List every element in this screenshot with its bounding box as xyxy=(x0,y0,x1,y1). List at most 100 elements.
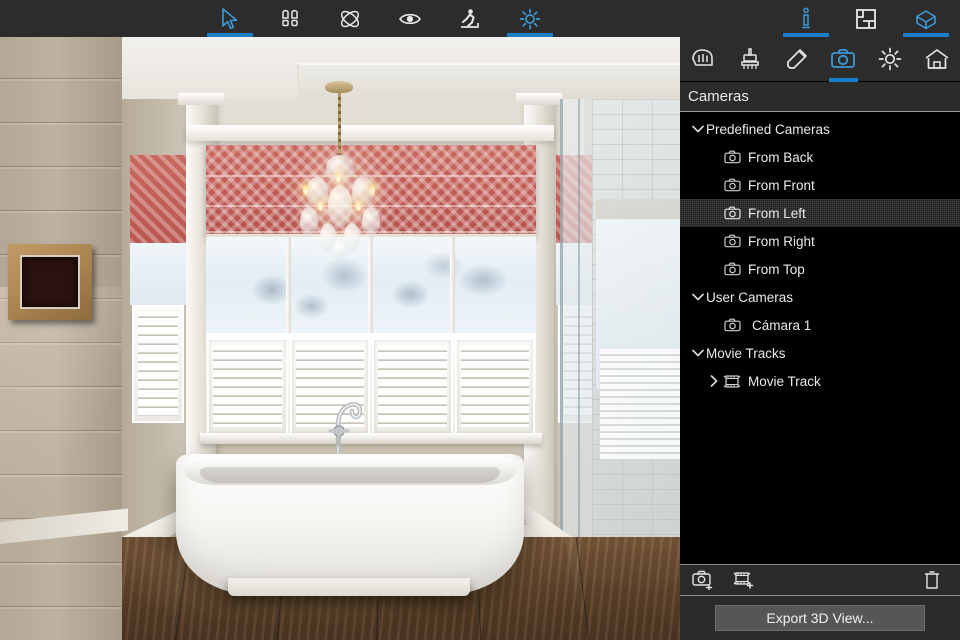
info-person-icon xyxy=(802,7,810,28)
eye-icon xyxy=(399,13,421,24)
tree-item-movie-track[interactable]: Movie Track xyxy=(680,367,960,395)
shutter-panel xyxy=(372,338,453,435)
left-plantation-shutters xyxy=(132,305,184,423)
camera-icon xyxy=(722,232,742,250)
paint-brush-icon xyxy=(741,48,759,69)
camera-plus-icon xyxy=(692,570,713,590)
3d-view-toggle[interactable] xyxy=(896,0,956,37)
tree-item-label: Cámara 1 xyxy=(752,317,812,333)
delete-button[interactable] xyxy=(918,567,946,593)
window-mullion xyxy=(286,237,291,333)
pointing-hand-icon xyxy=(692,49,714,66)
wall-picture-frame xyxy=(8,244,92,320)
left-roman-shade xyxy=(130,155,186,243)
tree-group-predefined-cameras[interactable]: Predefined Cameras xyxy=(680,115,960,143)
toolbar-right-group xyxy=(776,0,956,37)
footprints-icon xyxy=(282,9,298,26)
info-panel-toggle[interactable] xyxy=(776,0,836,37)
tab-home[interactable] xyxy=(913,37,960,82)
tree-item-label: From Left xyxy=(748,205,806,221)
render-scene xyxy=(0,37,680,640)
tab-objects[interactable] xyxy=(680,37,727,82)
tree-item-camara-1[interactable]: Cámara 1 xyxy=(680,311,960,339)
camera-icon xyxy=(722,176,742,194)
tab-materials[interactable] xyxy=(727,37,774,82)
export-3d-view-button[interactable]: Export 3D View... xyxy=(715,605,925,631)
tree-item-label: Movie Track xyxy=(748,373,821,389)
trash-icon xyxy=(924,571,940,589)
cameras-tree[interactable]: Predefined Cameras From Back From Front xyxy=(680,112,960,564)
tree-item-from-top[interactable]: From Top xyxy=(680,255,960,283)
left-pilaster-cap xyxy=(178,93,224,105)
main-plantation-shutters xyxy=(206,333,536,435)
tree-item-from-left[interactable]: From Left xyxy=(680,199,960,227)
left-side-window xyxy=(130,155,186,423)
tab-cameras[interactable] xyxy=(820,37,867,82)
visibility-tool[interactable] xyxy=(380,0,440,37)
shutter-panel xyxy=(454,338,535,435)
house-icon xyxy=(925,49,949,69)
add-movie-track-button[interactable] xyxy=(730,567,758,593)
freestanding-bathtub xyxy=(176,454,524,596)
tab-drawing[interactable] xyxy=(773,37,820,82)
bathtub-interior xyxy=(200,467,500,483)
application-window: Cameras Predefined Cameras From Back Fro… xyxy=(0,0,960,640)
tree-item-label: Movie Tracks xyxy=(706,345,786,361)
main-toolbar xyxy=(0,0,960,37)
panel-tab-bar xyxy=(680,37,960,82)
tab-selected-underline xyxy=(829,77,858,82)
create-walls-tool[interactable] xyxy=(320,0,380,37)
virtual-visitor-tool[interactable] xyxy=(440,0,500,37)
tree-item-label: From Top xyxy=(748,261,805,277)
toolbar-left-group xyxy=(200,0,560,37)
sun-icon xyxy=(878,47,902,71)
floor-plan-toggle[interactable] xyxy=(836,0,896,37)
tree-item-label: From Front xyxy=(748,177,815,193)
tree-item-from-back[interactable]: From Back xyxy=(680,143,960,171)
faucet-icon xyxy=(328,402,363,461)
chevron-right-icon[interactable] xyxy=(706,373,722,389)
sun-icon xyxy=(519,8,541,29)
3d-rendered-bathroom-view[interactable] xyxy=(0,37,680,640)
camera-icon xyxy=(722,260,742,278)
camera-icon xyxy=(722,148,742,166)
chevron-down-icon[interactable] xyxy=(690,289,706,305)
cameras-panel: Cameras Predefined Cameras From Back Fro… xyxy=(680,37,960,640)
tree-item-label: From Right xyxy=(748,233,815,249)
pan-footprints-tool[interactable] xyxy=(260,0,320,37)
select-arrow-tool[interactable] xyxy=(200,0,260,37)
lighting-tool[interactable] xyxy=(500,0,560,37)
tree-item-label: Predefined Cameras xyxy=(706,121,830,137)
tree-group-movie-tracks[interactable]: Movie Tracks xyxy=(680,339,960,367)
tree-item-from-front[interactable]: From Front xyxy=(680,171,960,199)
left-window-glass xyxy=(130,243,186,305)
tree-item-label: User Cameras xyxy=(706,289,794,305)
chandelier-chain xyxy=(338,93,341,159)
tab-lights[interactable] xyxy=(867,37,914,82)
cube-3d-icon xyxy=(916,9,936,29)
atom-orbit-icon xyxy=(340,10,360,27)
chevron-down-icon[interactable] xyxy=(690,121,706,137)
chandelier xyxy=(296,155,384,261)
window-header-beam xyxy=(186,125,554,141)
add-camera-button[interactable] xyxy=(690,567,718,593)
movie-track-icon xyxy=(722,372,742,390)
walking-person-icon xyxy=(461,8,479,28)
shutter-panel xyxy=(207,338,288,435)
tree-item-from-right[interactable]: From Right xyxy=(680,227,960,255)
panel-action-toolbar xyxy=(680,564,960,596)
bathtub-base xyxy=(228,578,470,596)
panel-title: Cameras xyxy=(680,82,960,112)
chevron-down-icon[interactable] xyxy=(690,345,706,361)
floor-mounted-tub-faucet xyxy=(322,385,368,461)
right-pilaster-cap xyxy=(516,93,562,105)
pencil-icon xyxy=(786,49,807,69)
tree-item-label: From Back xyxy=(748,149,814,165)
floor-plan-icon xyxy=(856,8,876,29)
window-sill xyxy=(200,433,542,444)
chandelier-canopy xyxy=(325,81,353,93)
camera-icon xyxy=(831,49,856,68)
window-mullion xyxy=(450,237,455,333)
tree-group-user-cameras[interactable]: User Cameras xyxy=(680,283,960,311)
movie-track-plus-icon xyxy=(733,572,754,589)
